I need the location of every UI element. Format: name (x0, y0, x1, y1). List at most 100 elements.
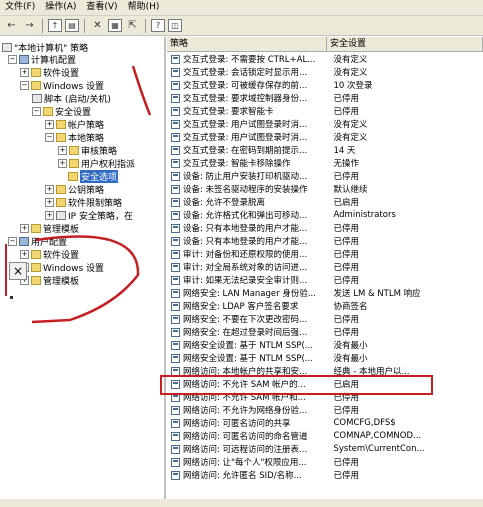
tree-node[interactable]: + 软件设置 (20, 248, 79, 261)
table-row[interactable]: 设备: 允许不登录脱离 已启用 (167, 196, 483, 208)
table-row[interactable]: 交互式登录: 要求智能卡 已停用 (167, 105, 483, 117)
table-row[interactable]: 网络安全: LDAP 客户签名要求 协商签名 (167, 300, 483, 312)
table-row[interactable]: 交互式登录: 要求域控制器身份... 已停用 (167, 92, 483, 104)
tree-node[interactable]: − Windows 设置 (20, 79, 105, 92)
policy-setting: Administrators (333, 210, 396, 220)
table-row[interactable]: 网络访问: 让"每个人"权限应用... 已停用 (167, 456, 483, 468)
policy-item-icon (171, 262, 180, 272)
table-row[interactable]: 网络访问: 允许匿名 SID/名称... 已停用 (167, 469, 483, 481)
tree-node[interactable]: + 软件设置 (20, 66, 80, 79)
tree-node[interactable]: +管理模板 (20, 274, 80, 287)
console-view-icon[interactable]: ◫ (168, 19, 182, 32)
collapse-icon[interactable]: − (8, 54, 17, 64)
tree-node[interactable]: − 计算机配置 (8, 53, 77, 66)
expand-icon[interactable]: + (45, 197, 54, 207)
expand-icon[interactable]: + (45, 184, 54, 194)
show-hide-tree-icon[interactable]: ▤ (65, 19, 79, 32)
tree-node-label: 审核策略 (81, 146, 118, 157)
delete-icon[interactable]: ✕ (90, 19, 105, 33)
properties-icon[interactable]: ▦ (108, 19, 122, 32)
export-icon[interactable]: ⇱ (125, 19, 140, 33)
table-row[interactable]: 设备: 未签名驱动程序的安装操作 默认继续 (167, 183, 483, 195)
policy-icon (2, 42, 12, 52)
table-row[interactable]: 网络访问: 可远程访问的注册表... System\CurrentCon... (167, 443, 483, 455)
policy-setting: 没有定义 (333, 133, 368, 143)
forward-arrow-icon[interactable]: → (22, 19, 37, 33)
table-row[interactable]: 设备: 防止用户安装打印机驱动... 已停用 (167, 170, 483, 182)
menu-item-0[interactable]: 文件(F) (0, 0, 40, 15)
expand-icon[interactable]: + (45, 210, 54, 220)
policy-item-icon (171, 340, 180, 350)
tree-node[interactable]: 安全选项 (68, 169, 119, 183)
folder-icon (56, 132, 66, 142)
table-row[interactable]: 交互式登录: 可被缓存保存的前... 10 次登录 (167, 79, 483, 91)
table-row[interactable]: 交互式登录: 用户试图登录时消... 没有定义 (167, 131, 483, 143)
tree-node[interactable]: 脚本 (启动/关机) (32, 92, 111, 105)
tree-node[interactable]: + 审核策略 (58, 144, 118, 157)
expand-icon[interactable]: + (58, 145, 67, 155)
expand-icon[interactable]: + (58, 158, 67, 168)
back-arrow-icon[interactable]: ← (4, 19, 19, 33)
menu-item-2[interactable]: 查看(V) (81, 0, 122, 15)
tree-node[interactable]: + 帐户策略 (45, 118, 104, 131)
tree-node[interactable]: "本地计算机" 策略 (2, 41, 88, 54)
table-row[interactable]: 设备: 只有本地登录的用户才能... 已停用 (167, 235, 483, 247)
collapse-icon[interactable]: − (45, 132, 54, 142)
expand-icon[interactable]: + (20, 67, 29, 77)
tree-node[interactable]: + 公钥策略 (45, 183, 105, 196)
menu-item-3[interactable]: 帮助(H) (123, 0, 165, 15)
table-row[interactable]: 网络访问: 可匿名访问的命名管道 COMNAP,COMNOD... (167, 430, 483, 442)
column-policy[interactable]: 策略 (167, 37, 327, 51)
help-icon[interactable]: ? (151, 19, 165, 32)
table-row[interactable]: 网络安全: LAN Manager 身份验... 发送 LM & NTLM 响应 (167, 287, 483, 299)
collapse-icon[interactable]: − (8, 236, 17, 246)
table-row[interactable]: 网络安全设置: 基于 NTLM SSP(... 没有最小 (167, 339, 483, 351)
tree-node-label: 计算机配置 (31, 55, 77, 66)
table-row[interactable]: 审计: 对备份和还原权限的使用... 已停用 (167, 248, 483, 260)
folder-icon (31, 67, 41, 77)
tree-node-label: 软件设置 (43, 68, 80, 79)
collapse-icon[interactable]: − (32, 106, 41, 116)
tree-node[interactable]: − 安全设置 (32, 105, 91, 118)
tree-node[interactable]: − 用户配置 (8, 235, 67, 248)
table-row[interactable]: 设备: 允许格式化和弹出可移动... Administrators (167, 209, 483, 221)
policy-setting: 已停用 (333, 276, 360, 286)
policy-item-icon (171, 457, 180, 467)
policy-name: 交互式登录: 用户试图登录时消... (182, 133, 308, 143)
expand-icon[interactable]: + (45, 119, 54, 129)
tree-node[interactable]: − 本地策略 (45, 131, 104, 144)
column-security-setting[interactable]: 安全设置 (327, 37, 483, 51)
policy-item-icon (171, 327, 180, 337)
table-row[interactable]: 网络安全: 不要在下次更改密码... 已停用 (167, 313, 483, 325)
table-row[interactable]: 审计: 对全局系统对象的访问进... 已停用 (167, 261, 483, 273)
table-row[interactable]: 交互式登录: 用户试图登录时消... 没有定义 (167, 118, 483, 130)
tree-node[interactable]: +管理模板 (20, 222, 79, 235)
table-row[interactable]: 交互式登录: 会话锁定时显示用... 没有定义 (167, 66, 483, 78)
menu-item-1[interactable]: 操作(A) (40, 0, 81, 15)
table-row[interactable]: 网络安全: 在超过登录时间后强... 已停用 (167, 326, 483, 338)
tree-node[interactable]: + IP 安全策略，在 (45, 209, 133, 222)
table-row[interactable]: 网络访问: 不允许为网络身份验... 已停用 (167, 404, 483, 416)
table-row[interactable]: 审计: 如果无法纪录安全审计则... 已停用 (167, 274, 483, 286)
expand-icon[interactable]: + (20, 249, 29, 259)
collapse-icon[interactable]: − (20, 80, 29, 90)
table-row[interactable]: 设备: 只有本地登录的用户才能... 已停用 (167, 222, 483, 234)
policy-name: 网络安全设置: 基于 NTLM SSP(... (182, 354, 313, 364)
tree-node-label: Windows 设置 (43, 81, 105, 92)
tree-node-label: 管理模板 (43, 276, 80, 287)
expand-icon[interactable]: + (20, 223, 29, 233)
tree-node[interactable]: + 用户权利指派 (58, 157, 135, 170)
close-icon[interactable]: × (9, 262, 27, 280)
table-row[interactable]: 网络访问: 可匿名访问的共享 COMCFG,DFS$ (167, 417, 483, 429)
table-row[interactable]: 交互式登录: 智能卡移除操作 无操作 (167, 157, 483, 169)
tree-node[interactable]: + 软件限制策略 (45, 196, 122, 209)
table-row[interactable]: 交互式登录: 在密码到期前提示... 14 天 (167, 144, 483, 156)
policy-setting: 已停用 (333, 237, 360, 247)
table-row[interactable]: 网络安全设置: 基于 NTLM SSP(... 没有最小 (167, 352, 483, 364)
tree-node[interactable]: +Windows 设置 (20, 261, 104, 274)
up-folder-icon[interactable]: ↑ (48, 19, 62, 32)
table-row[interactable]: 交互式登录: 不需要按 CTRL+AL... 没有定义 (167, 53, 483, 65)
folder-icon (43, 106, 53, 116)
policy-item-icon (171, 145, 180, 155)
tree-node-label: 公钥策略 (68, 185, 105, 196)
